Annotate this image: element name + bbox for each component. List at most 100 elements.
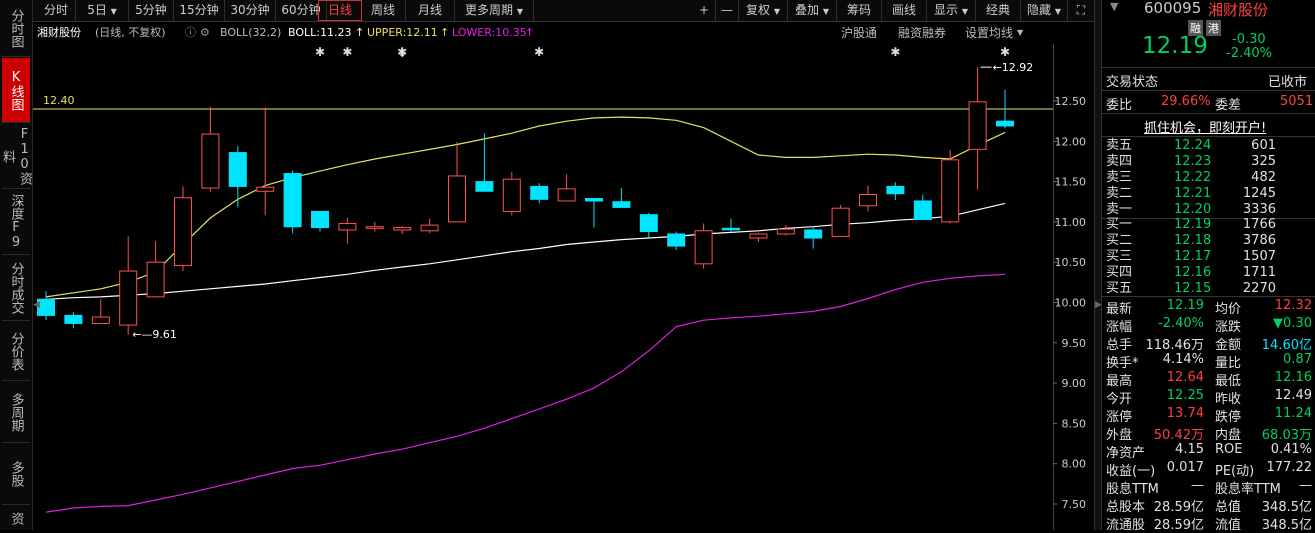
display-dropdown[interactable]: 显示 ▼: [927, 0, 976, 21]
sidebar-tab-multi-stock[interactable]: 多股: [2, 444, 30, 505]
candle-body[interactable]: [749, 233, 768, 239]
period-5min[interactable]: 5分钟: [129, 0, 174, 21]
sidebar-tab-price-table[interactable]: 分价表: [2, 322, 30, 381]
candle-body[interactable]: [776, 228, 795, 235]
sidebar-tab-depth[interactable]: 深度F9: [2, 190, 30, 255]
candle-body[interactable]: [913, 200, 932, 220]
sidebar-tab-f10[interactable]: F10资料: [0, 124, 32, 189]
bid-price: 12.17: [1174, 249, 1212, 264]
candle-body[interactable]: [941, 159, 960, 223]
ask-row[interactable]: 卖四 12.23 325: [1102, 154, 1315, 170]
candle-body[interactable]: [530, 185, 549, 200]
stat-value: 12.49: [1274, 388, 1312, 403]
y-tick-label: 8.00: [1062, 458, 1087, 471]
candle-body[interactable]: [420, 224, 439, 232]
candle-body[interactable]: [612, 201, 631, 208]
zoom-out-button[interactable]: —: [716, 0, 739, 21]
candle-body[interactable]: [557, 188, 576, 202]
candle-body[interactable]: [146, 261, 165, 298]
bid-row[interactable]: 买三 12.17 1507: [1102, 249, 1315, 265]
kline-chart[interactable]: 12.50 12.00 11.50 11.00 10.50 10.00 9.50 9.00 8.…: [33, 44, 1094, 530]
upper-arrow-icon: ↑: [440, 26, 450, 39]
hide-dropdown[interactable]: 隐藏 ▼: [1021, 0, 1068, 21]
period-15min[interactable]: 15分钟: [174, 0, 225, 21]
classic-button[interactable]: 经典: [976, 0, 1021, 21]
period-week[interactable]: 周线: [361, 0, 406, 21]
candle-body[interactable]: [886, 185, 905, 195]
indicator-name[interactable]: BOLL(32,2): [220, 22, 281, 44]
candle-body[interactable]: [119, 270, 138, 326]
y-tick-label: 9.00: [1062, 377, 1087, 390]
display-label: 显示: [934, 3, 959, 17]
period-30min[interactable]: 30分钟: [225, 0, 276, 21]
sidebar-tab-timeshare[interactable]: 分时图: [2, 0, 30, 57]
settings-gear-icon[interactable]: ⚙: [200, 22, 210, 44]
fullscreen-icon[interactable]: ⛶: [1069, 0, 1093, 21]
adjust-dropdown[interactable]: 复权 ▼: [739, 0, 788, 21]
info-icon[interactable]: ⓘ: [185, 22, 196, 44]
period-day[interactable]: 日线: [318, 0, 362, 21]
candle-body[interactable]: [831, 207, 850, 237]
candle-body[interactable]: [667, 233, 686, 247]
stat-label: ROE: [1215, 442, 1243, 457]
panel-menu-icon[interactable]: ▼: [1110, 0, 1118, 13]
candle-body[interactable]: [338, 223, 357, 231]
link-hk-connect[interactable]: 沪股通: [841, 22, 877, 44]
bid-row[interactable]: 买五 12.15 2270: [1102, 281, 1315, 297]
candle-body[interactable]: [859, 193, 877, 207]
zoom-in-button[interactable]: +: [693, 0, 716, 21]
sidebar-tab-trades[interactable]: 分时成交: [2, 256, 30, 321]
candle-body[interactable]: [91, 316, 110, 324]
link-margin[interactable]: 融资融券: [898, 22, 946, 44]
event-star-icon[interactable]: ✱: [1000, 45, 1010, 59]
ask-row[interactable]: 卖五 12.24 601: [1102, 138, 1315, 154]
candle-body[interactable]: [694, 230, 713, 265]
candle-body[interactable]: [283, 173, 302, 228]
candle-body[interactable]: [393, 227, 412, 231]
bid-row[interactable]: 买一 12.19 1766: [1102, 217, 1315, 233]
event-star-icon[interactable]: ✱: [342, 45, 352, 59]
sidebar-tab-multi-period[interactable]: 多周期: [2, 382, 30, 443]
candle-body[interactable]: [174, 197, 192, 266]
candle-body[interactable]: [722, 227, 740, 231]
sidebar-tab-more[interactable]: 资: [2, 506, 30, 530]
chips-button[interactable]: 筹码: [837, 0, 882, 21]
ask-row[interactable]: 卖二 12.21 1245: [1102, 186, 1315, 202]
candle-body[interactable]: [639, 214, 658, 233]
candle-body[interactable]: [475, 181, 494, 192]
candle-body[interactable]: [311, 210, 329, 229]
bid-row[interactable]: 买二 12.18 3786: [1102, 233, 1315, 249]
candle-body[interactable]: [804, 229, 823, 239]
stat-row: 最高 12.64 最低 12.16: [1102, 369, 1315, 389]
high-marker-label: ←12.92: [993, 61, 1034, 74]
candle-body[interactable]: [996, 120, 1014, 127]
period-month[interactable]: 月线: [406, 0, 455, 21]
sidebar-tab-kline[interactable]: K线图: [2, 58, 30, 123]
ask-row[interactable]: 卖三 12.22 482: [1102, 170, 1315, 186]
candle-body[interactable]: [585, 198, 603, 202]
draw-line-button[interactable]: 画线: [882, 0, 927, 21]
candle-body[interactable]: [37, 298, 55, 316]
event-updown-icon[interactable]: ⬍: [397, 46, 407, 60]
candle-body[interactable]: [228, 152, 247, 187]
event-star-icon[interactable]: ✱: [534, 45, 544, 59]
candle-body[interactable]: [256, 186, 275, 192]
event-star-icon[interactable]: ✱: [315, 45, 325, 59]
candle-body[interactable]: [365, 226, 384, 229]
overlay-dropdown[interactable]: 叠加 ▼: [788, 0, 837, 21]
event-star-icon[interactable]: ✱: [890, 45, 900, 59]
bid-row[interactable]: 买四 12.16 1711: [1102, 265, 1315, 281]
candle-body[interactable]: [968, 101, 987, 150]
link-set-ma[interactable]: 设置均线: [965, 22, 1013, 44]
candle-body[interactable]: [502, 178, 521, 212]
period-5day[interactable]: 5日 ▼: [76, 0, 129, 21]
ask-row[interactable]: 卖一 12.20 3336: [1102, 202, 1315, 218]
period-timeshare[interactable]: 分时: [37, 0, 76, 21]
expand-arrow-icon[interactable]: ◀: [33, 300, 40, 310]
candle-body[interactable]: [201, 133, 220, 189]
candle-body[interactable]: [64, 314, 83, 324]
y-tick-label: 12.50: [1055, 95, 1087, 108]
promo-link[interactable]: 抓住机会，即刻开户!: [1144, 117, 1266, 136]
candle-body[interactable]: [448, 175, 466, 223]
period-more[interactable]: 更多周期 ▼: [455, 0, 534, 21]
